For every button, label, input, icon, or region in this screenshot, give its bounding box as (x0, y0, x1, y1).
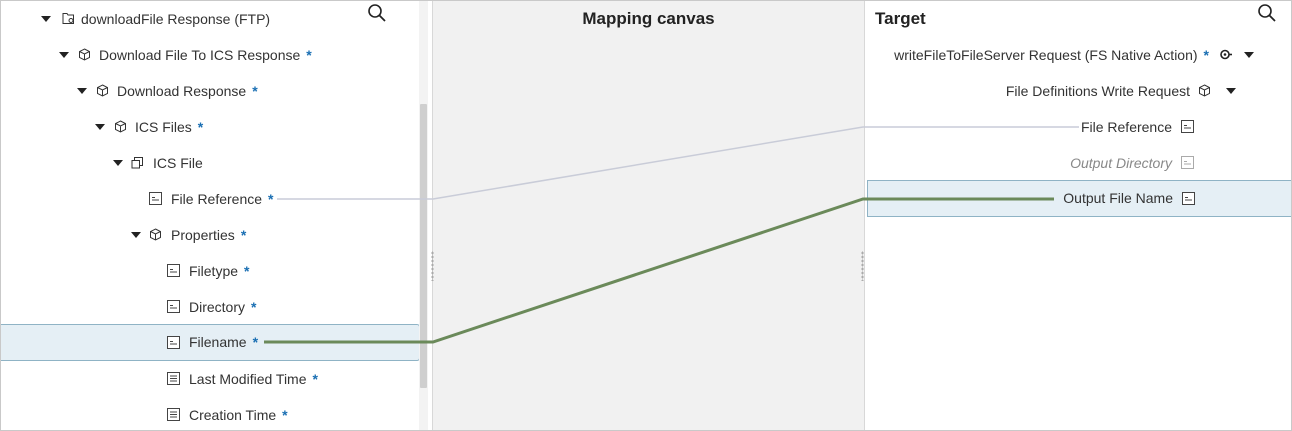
tree-node-label: writeFileToFileServer Request (FS Native… (894, 47, 1198, 63)
tree-node-label: Creation Time (189, 407, 277, 423)
tree-node-label: Directory (189, 299, 246, 315)
tree-node-label: downloadFile Response (FTP) (81, 11, 271, 27)
cube-icon (1199, 84, 1210, 97)
collapse-arrow-icon[interactable] (1226, 88, 1236, 94)
date-field-icon (167, 372, 180, 385)
tree-node-creation-time[interactable]: Creation Time * (1, 397, 419, 430)
date-field-icon (167, 408, 180, 421)
tree-node-label: ICS File (153, 155, 203, 171)
required-marker: * (197, 119, 204, 135)
tree-node-label: File Definitions Write Request (1005, 83, 1190, 99)
string-field-icon (1181, 156, 1194, 169)
collection-icon (131, 157, 143, 169)
tree-node-filename[interactable]: Filename * (1, 324, 419, 361)
string-field-icon (167, 336, 180, 349)
collapse-arrow-icon[interactable] (95, 124, 105, 130)
tree-node-label: Filename (189, 334, 247, 350)
collapse-arrow-icon[interactable] (41, 16, 51, 22)
target-node-write-request[interactable]: writeFileToFileServer Request (FS Native… (867, 37, 1291, 73)
tree-node-label: Last Modified Time (189, 371, 307, 387)
tree-node-filetype[interactable]: Filetype * (1, 253, 419, 289)
tree-node-ics-files[interactable]: ICS Files * (1, 109, 419, 145)
tree-node-label: Properties (171, 227, 235, 243)
resize-grip-left[interactable] (431, 251, 434, 281)
required-marker: * (251, 299, 257, 315)
required-marker: * (252, 334, 259, 350)
required-marker: * (240, 227, 247, 243)
tree-node-label: Download File To ICS Response (99, 47, 301, 63)
tree-node-last-modified-time[interactable]: Last Modified Time * (1, 361, 419, 397)
function-icon[interactable] (1219, 48, 1232, 61)
cube-icon (97, 84, 108, 97)
tree-node-directory[interactable]: Directory * (1, 289, 419, 325)
tree-node-label: ICS Files (135, 119, 192, 135)
tree-node-download-response[interactable]: Download Response * (1, 73, 419, 109)
canvas-title: Mapping canvas (582, 9, 715, 28)
folder-doc-icon (62, 13, 74, 24)
tree-node-label: Output Directory (1070, 155, 1172, 171)
string-field-icon (167, 264, 180, 277)
collapse-arrow-icon[interactable] (59, 52, 69, 58)
target-node-output-directory[interactable]: Output Directory (867, 145, 1291, 181)
cube-icon (79, 48, 90, 61)
search-icon[interactable] (1257, 3, 1277, 23)
required-marker: * (282, 407, 288, 423)
tree-node-label: Download Response (117, 83, 247, 99)
resize-grip-right[interactable] (861, 251, 864, 281)
source-panel: downloadFile Response (FTP) Download Fil… (1, 1, 419, 430)
tree-node-file-reference[interactable]: File Reference * (1, 181, 419, 217)
required-marker: * (252, 83, 258, 99)
required-marker: * (244, 263, 250, 279)
mapper-frame: downloadFile Response (FTP) Download Fil… (0, 0, 1292, 431)
tree-node-ics-file[interactable]: ICS File (1, 145, 419, 181)
target-panel: Target writeFileToFileServer Request (FS… (867, 1, 1291, 430)
target-node-file-reference[interactable]: File Reference (867, 109, 1291, 145)
source-scrollbar-thumb[interactable] (420, 104, 427, 388)
target-node-file-definitions[interactable]: File Definitions Write Request (867, 73, 1291, 109)
required-marker: * (1203, 47, 1209, 63)
cube-icon (115, 120, 126, 133)
tree-node-download-file-to-ics-response[interactable]: Download File To ICS Response * (1, 37, 419, 73)
tree-node-root[interactable]: downloadFile Response (FTP) (1, 1, 419, 37)
tree-node-label: File Reference (171, 191, 263, 207)
target-node-output-file-name[interactable]: Output File Name (867, 180, 1291, 217)
collapse-arrow-icon[interactable] (77, 88, 87, 94)
string-field-icon (149, 192, 162, 205)
string-field-icon (167, 300, 180, 313)
cube-icon (150, 228, 161, 241)
string-field-icon (1182, 192, 1195, 205)
target-title: Target (875, 9, 926, 28)
tree-node-properties[interactable]: Properties * (1, 217, 419, 253)
collapse-arrow-icon[interactable] (1244, 52, 1254, 58)
tree-node-label: File Reference (1080, 119, 1172, 135)
mapping-canvas: Mapping canvas (431, 1, 865, 430)
string-field-icon (1181, 120, 1194, 133)
tree-node-label: Output File Name (1063, 190, 1173, 206)
required-marker: * (268, 191, 274, 207)
required-marker: * (312, 371, 318, 387)
collapse-arrow-icon[interactable] (131, 232, 141, 238)
collapse-arrow-icon[interactable] (113, 160, 123, 166)
required-marker: * (306, 47, 312, 63)
tree-node-label: Filetype (189, 263, 239, 279)
